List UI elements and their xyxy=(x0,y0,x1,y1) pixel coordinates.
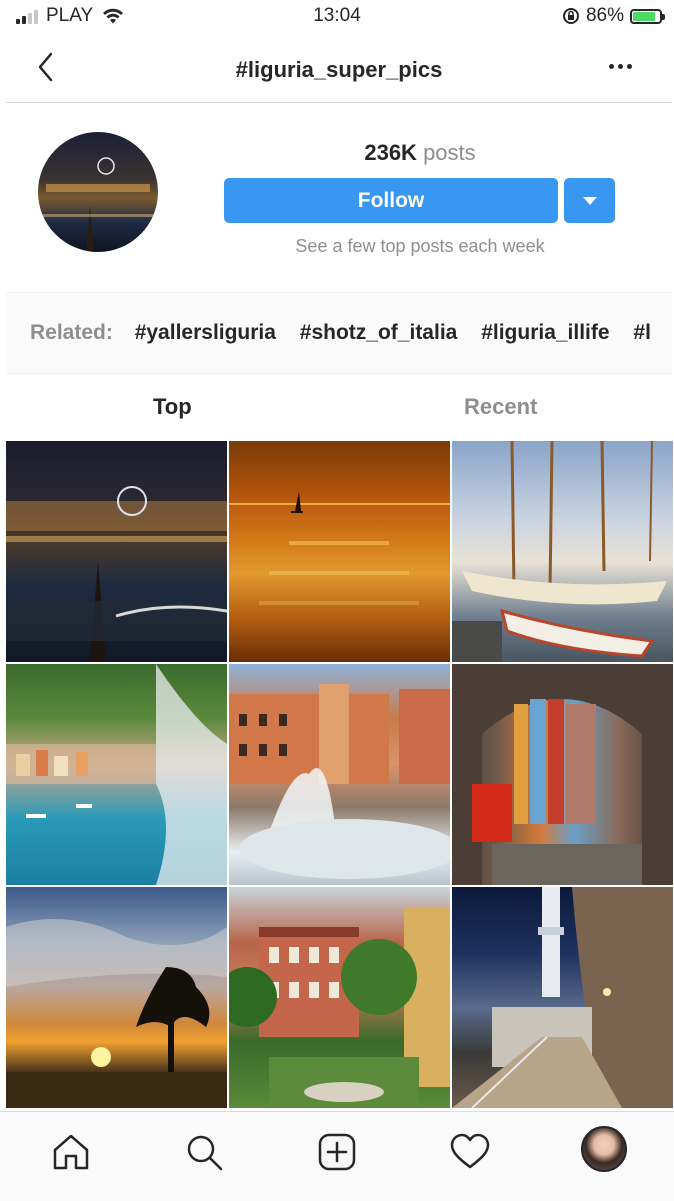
page-title: #liguria_super_pics xyxy=(235,57,443,82)
tab-recent[interactable]: Recent xyxy=(464,394,537,420)
heart-icon[interactable] xyxy=(448,1130,492,1174)
follow-button[interactable]: Follow xyxy=(224,178,558,223)
related-tag[interactable]: #yallersliguria xyxy=(135,321,276,344)
status-bar: PLAY 13:04 86% xyxy=(0,0,674,32)
feed-tabs: Top Recent xyxy=(6,374,672,438)
photo-tile-genoa-harbor-night[interactable] xyxy=(6,441,227,662)
profile-avatar[interactable] xyxy=(581,1126,627,1172)
hashtag-avatar xyxy=(38,132,158,252)
related-tag[interactable]: #shotz_of_italia xyxy=(300,321,458,344)
photo-grid xyxy=(6,441,673,1111)
search-icon[interactable] xyxy=(182,1130,226,1174)
posts-label: posts xyxy=(423,140,476,165)
photo-tile-arch-alley[interactable] xyxy=(452,664,673,885)
posts-count: 236K xyxy=(364,140,417,165)
tab-top[interactable]: Top xyxy=(153,394,192,420)
photo-tile-palazzo-garden[interactable] xyxy=(229,887,450,1108)
posts-count-line: 236K posts xyxy=(224,140,616,166)
photo-tile-piazza-fountain[interactable] xyxy=(229,664,450,885)
add-post-icon[interactable] xyxy=(315,1130,359,1174)
photo-tile-moored-sailboats[interactable] xyxy=(452,441,673,662)
related-label: Related: xyxy=(30,321,113,344)
home-icon[interactable] xyxy=(49,1130,93,1174)
related-tag[interactable]: #l xyxy=(633,321,651,344)
related-hashtags: Related: #yallersliguria #shotz_of_itali… xyxy=(6,292,672,374)
follow-subtext: See a few top posts each week xyxy=(295,236,545,256)
hashtag-avatar-image xyxy=(38,132,158,252)
hashtag-header: 236K posts Follow See a few top posts ea… xyxy=(6,104,672,292)
bottom-tab-bar xyxy=(0,1111,674,1201)
photo-tile-portofino-bay[interactable] xyxy=(6,664,227,885)
related-tag[interactable]: #liguria_illife xyxy=(481,321,609,344)
battery-charging-icon xyxy=(630,8,665,24)
photo-tile-golden-sunset-sea[interactable] xyxy=(229,441,450,662)
rotation-lock-icon xyxy=(562,8,579,24)
related-list: Related: #yallersliguria #shotz_of_itali… xyxy=(30,321,669,345)
nav-bar: #liguria_super_pics xyxy=(6,36,672,103)
photo-tile-lighthouse-walkway[interactable] xyxy=(452,887,673,1108)
more-horizontal-icon[interactable] xyxy=(609,64,632,69)
follow-options-button[interactable] xyxy=(564,178,615,223)
battery-percent: 86% xyxy=(585,5,624,26)
photo-tile-tree-sunset[interactable] xyxy=(6,887,227,1108)
caret-down-icon xyxy=(582,196,597,205)
status-right: 86% xyxy=(562,5,665,27)
